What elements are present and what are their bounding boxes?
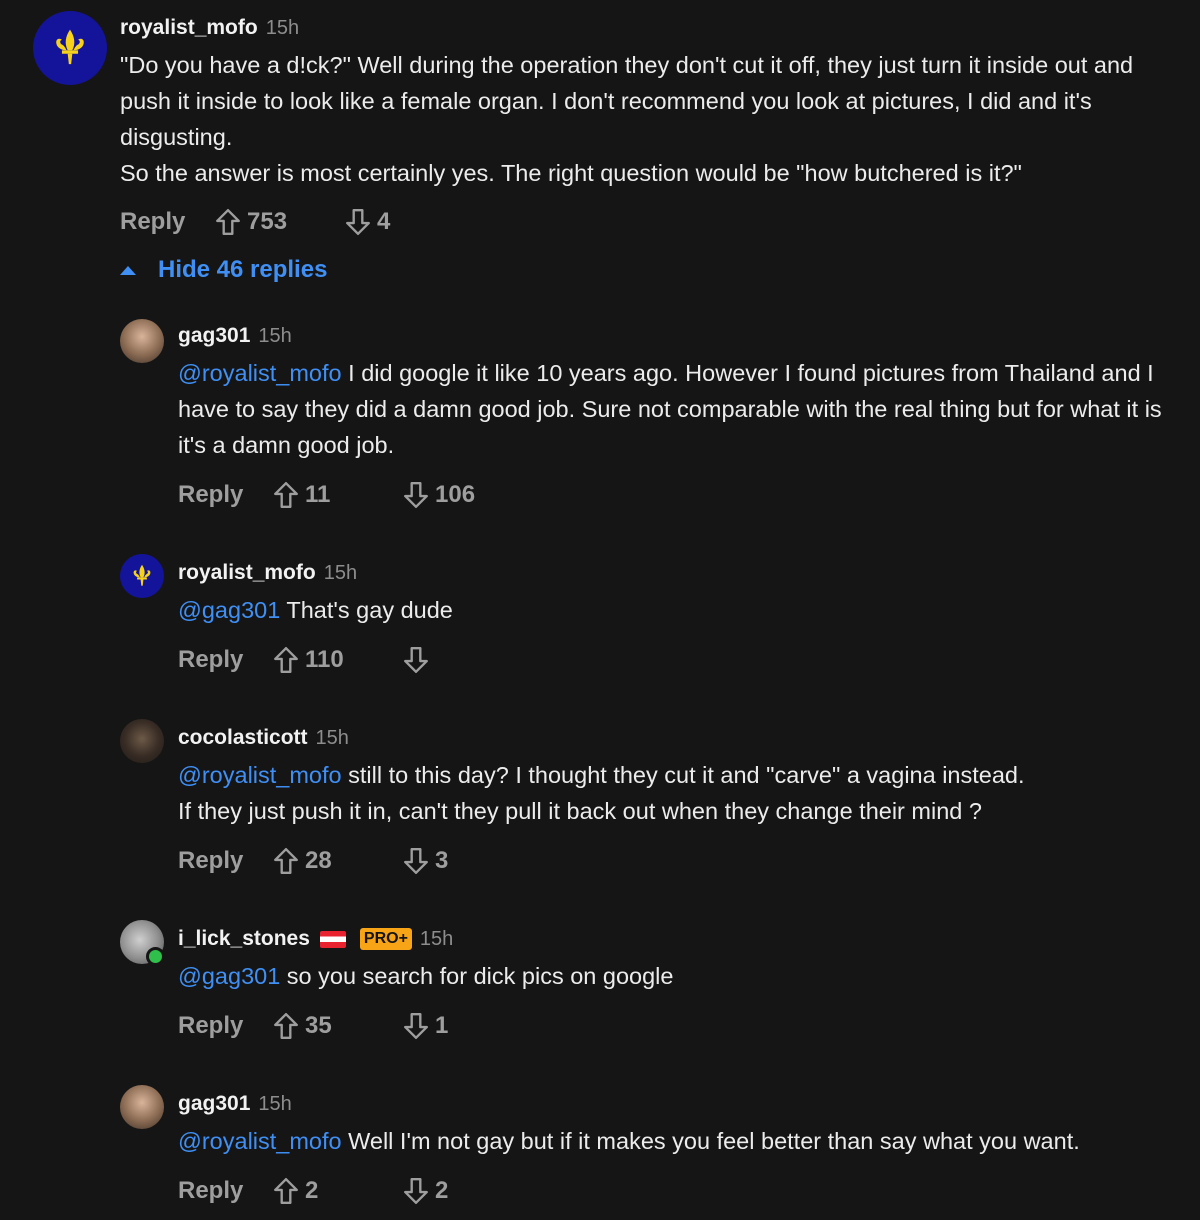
upvote-button[interactable]: 753	[215, 208, 345, 236]
arrow-up-icon	[273, 1177, 299, 1205]
downvote-button[interactable]: 2	[403, 1177, 448, 1205]
comment-timestamp: 15h	[315, 727, 349, 749]
upvote-button[interactable]: 28	[273, 847, 403, 875]
upvote-count: 753	[247, 208, 288, 235]
comment-body: @gag301 That's gay dude	[178, 592, 1188, 628]
comment-body: @royalist_mofo I did google it like 10 y…	[178, 355, 1188, 463]
arrow-up-icon	[273, 1012, 299, 1040]
upvote-button[interactable]: 35	[273, 1012, 403, 1040]
avatar[interactable]	[120, 554, 164, 598]
downvote-count: 3	[435, 847, 449, 874]
comment-body: @gag301 so you search for dick pics on g…	[178, 958, 1188, 994]
downvote-count: 1	[435, 1012, 449, 1039]
comment-body: @royalist_mofo Well I'm not gay but if i…	[178, 1123, 1188, 1159]
upvote-count: 110	[305, 646, 344, 673]
avatar[interactable]	[120, 319, 164, 363]
comment-username[interactable]: royalist_mofo	[178, 561, 316, 585]
user-mention[interactable]: @royalist_mofo	[178, 1128, 342, 1154]
caret-up-icon	[120, 265, 136, 275]
reply-button[interactable]: Reply	[178, 847, 273, 875]
arrow-down-icon	[403, 1177, 429, 1205]
hide-replies-label: Hide 46 replies	[158, 256, 328, 283]
arrow-up-icon	[273, 847, 299, 875]
reply-button[interactable]: Reply	[178, 1177, 273, 1205]
comment-username[interactable]: gag301	[178, 1092, 250, 1116]
pro-plus-badge: PRO+	[359, 928, 412, 950]
online-status-dot	[146, 947, 165, 966]
upvote-count: 11	[305, 481, 331, 508]
reply-button[interactable]: Reply	[178, 481, 273, 509]
arrow-up-icon	[273, 481, 299, 509]
downvote-count: 106	[435, 481, 476, 508]
comment-text: so you search for dick pics on google	[280, 963, 674, 989]
user-mention[interactable]: @royalist_mofo	[178, 762, 342, 788]
comment-timestamp: 15h	[419, 928, 454, 950]
downvote-count: 2	[435, 1177, 449, 1204]
comment-timestamp: 15h	[265, 17, 300, 39]
user-mention[interactable]: @gag301	[178, 597, 280, 623]
downvote-button[interactable]: 106	[403, 481, 475, 509]
downvote-button[interactable]	[403, 646, 435, 674]
comment-timestamp: 15h	[323, 562, 358, 584]
avatar[interactable]	[120, 1085, 164, 1129]
comment-body: @royalist_mofo still to this day? I thou…	[178, 757, 1188, 829]
upvote-button[interactable]: 110	[273, 646, 403, 674]
arrow-up-icon	[215, 208, 241, 236]
comment-timestamp: 15h	[258, 325, 292, 347]
upvote-count: 35	[305, 1012, 332, 1039]
user-mention[interactable]: @royalist_mofo	[178, 360, 342, 386]
austria-flag-icon	[319, 930, 346, 948]
hide-replies-button[interactable]: Hide 46 replies	[120, 256, 327, 284]
downvote-button[interactable]: 4	[345, 208, 390, 236]
reply-button[interactable]: Reply	[178, 1012, 273, 1040]
comment-username[interactable]: gag301	[178, 324, 250, 348]
reply-button[interactable]: Reply	[120, 208, 215, 236]
upvote-button[interactable]: 2	[273, 1177, 403, 1205]
comment-username[interactable]: i_lick_stones	[178, 927, 310, 951]
downvote-count: 4	[377, 208, 391, 235]
fleur-de-lis-icon	[47, 25, 93, 71]
downvote-button[interactable]: 3	[403, 847, 448, 875]
arrow-down-icon	[403, 847, 429, 875]
comment-text: That's gay dude	[280, 597, 453, 623]
avatar[interactable]	[120, 719, 164, 763]
avatar[interactable]	[33, 11, 107, 85]
upvote-count: 28	[305, 847, 332, 874]
arrow-up-icon	[273, 646, 299, 674]
upvote-button[interactable]: 11	[273, 481, 403, 509]
user-mention[interactable]: @gag301	[178, 963, 280, 989]
comment-username[interactable]: cocolasticott	[178, 726, 308, 750]
downvote-button[interactable]: 1	[403, 1012, 448, 1040]
arrow-down-icon	[403, 1012, 429, 1040]
arrow-down-icon	[403, 646, 429, 674]
upvote-count: 2	[305, 1177, 319, 1204]
arrow-down-icon	[403, 481, 429, 509]
comment-body: "Do you have a d!ck?" Well during the op…	[120, 52, 1134, 186]
reply-button[interactable]: Reply	[178, 646, 273, 674]
comment-username[interactable]: royalist_mofo	[120, 16, 258, 40]
fleur-de-lis-icon	[128, 562, 156, 590]
comment-text: Well I'm not gay but if it makes you fee…	[341, 1128, 1080, 1154]
comment-timestamp: 15h	[258, 1093, 292, 1115]
arrow-down-icon	[345, 208, 371, 236]
